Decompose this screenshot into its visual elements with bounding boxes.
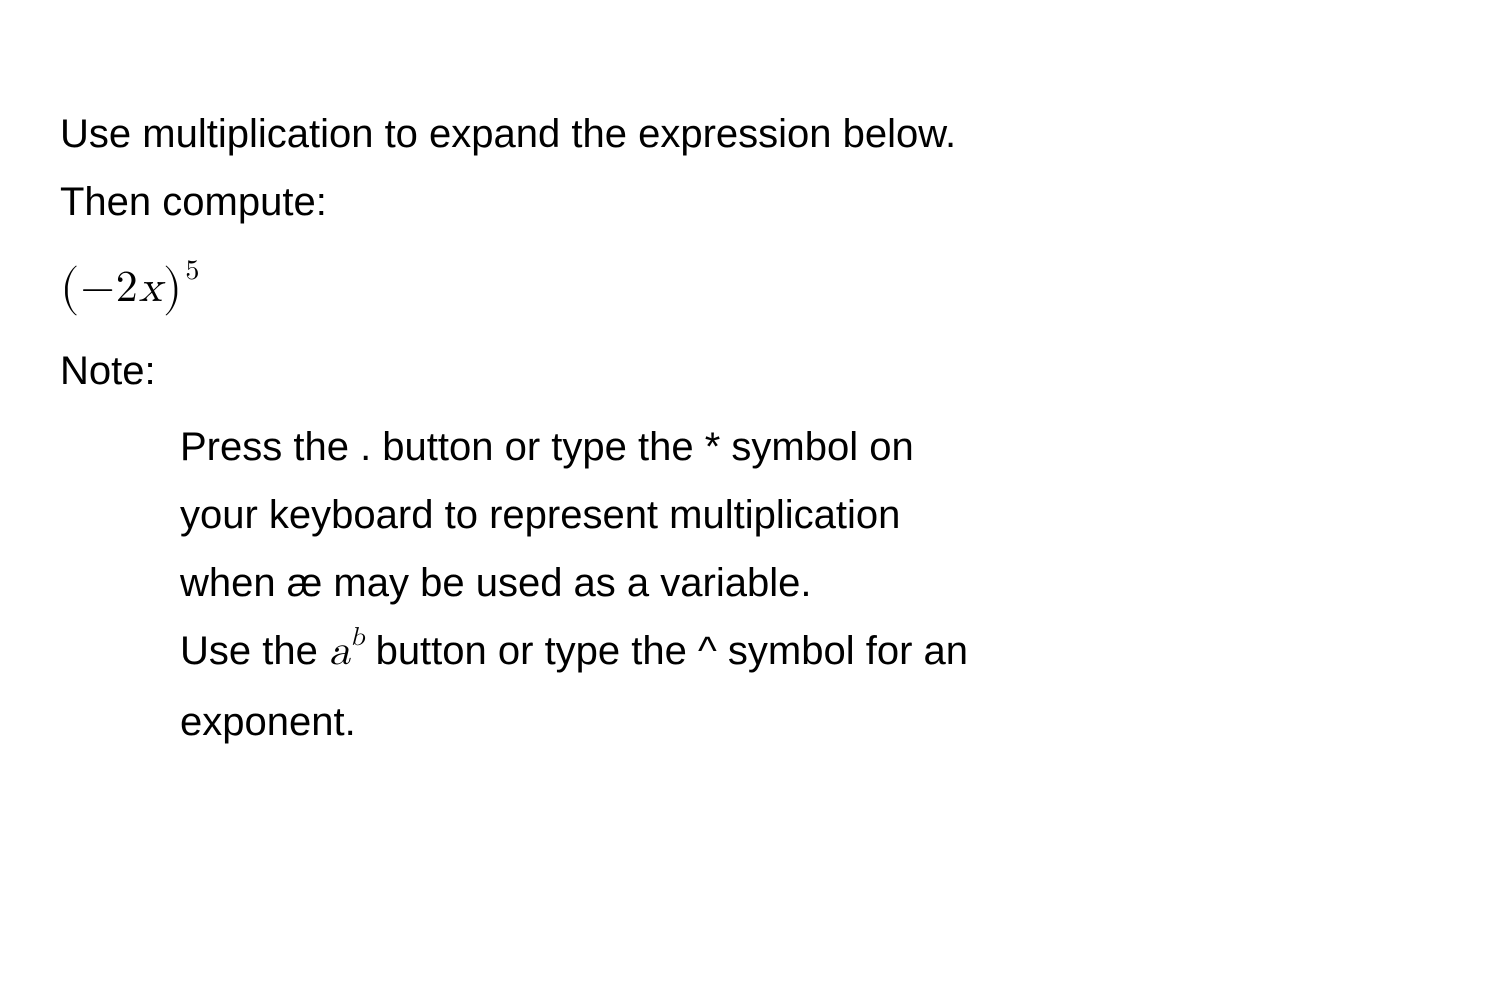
right-paren: ) [163, 263, 183, 313]
exp-b: b [350, 625, 364, 651]
note-1: Press the . button or type the * symbol … [180, 413, 1400, 617]
note-1-line-3: when æ may be used as a variable. [180, 549, 1400, 617]
note-2-prefix: Use the [180, 629, 329, 673]
coefficient: 2 [116, 266, 139, 310]
instruction-line-2: Then compute: [60, 168, 1440, 236]
note-2-middle: button or type the ^ symbol for an [364, 629, 968, 673]
left-paren: ( [60, 263, 80, 313]
note-1-line-2: your keyboard to represent multiplicatio… [180, 481, 1400, 549]
variable-x: x [139, 266, 163, 310]
instruction-line-1: Use multiplication to expand the express… [60, 100, 1440, 168]
note-2-line-1: Use the ab button or type the ^ symbol f… [180, 617, 1400, 688]
exponent: 5 [185, 257, 200, 285]
note-label: Note: [60, 337, 1440, 405]
math-expression: (−2x)5 [60, 244, 1440, 329]
base-a: a [329, 631, 350, 673]
note-1-line-1: Press the . button or type the * symbol … [180, 413, 1400, 481]
note-2-line-2: exponent. [180, 688, 1400, 756]
minus-sign: − [80, 266, 115, 310]
ab-button: ab [329, 631, 364, 673]
note-2: Use the ab button or type the ^ symbol f… [180, 617, 1400, 756]
instruction-text: Use multiplication to expand the express… [60, 100, 1440, 236]
notes-section: Press the . button or type the * symbol … [60, 413, 1440, 756]
